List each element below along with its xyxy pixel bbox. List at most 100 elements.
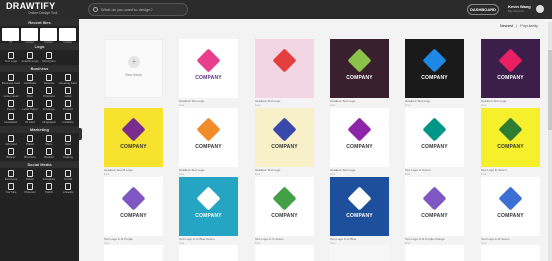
category-tile[interactable]: Text Logo	[2, 51, 20, 64]
template-card[interactable]: COMPANY Gradient Text Logo Free	[405, 39, 464, 107]
category-tile[interactable]: Catalog	[59, 147, 77, 160]
category-tile[interactable]: Flyer	[59, 134, 77, 147]
recent-file[interactable]: V5	[2, 28, 19, 44]
search-box[interactable]	[88, 3, 188, 16]
category-tile[interactable]: Brochure	[21, 147, 39, 160]
recent-file[interactable]: Untitled	[59, 28, 76, 44]
category-label: Postcard	[43, 94, 55, 98]
category-tile[interactable]: Report	[2, 99, 20, 112]
category-label: YouTube	[5, 190, 17, 194]
category-tile[interactable]: Letter Head	[2, 86, 20, 99]
template-card[interactable]	[481, 245, 540, 261]
template-card[interactable]: COMPANY Text Logo In R Purple Free	[104, 177, 163, 245]
category-tile[interactable]: Graphic Logo	[21, 51, 39, 64]
template-card[interactable]: COMPANY Gradient Text M Logo Free	[104, 108, 163, 176]
category-icon	[8, 148, 14, 155]
category-tile[interactable]: Envelope	[40, 99, 58, 112]
template-card[interactable]: COMPANY Text Logo In Green Free	[405, 108, 464, 176]
template-card[interactable]	[330, 245, 389, 261]
template-card[interactable]: COMPANY Text Logo In G Green Free	[255, 177, 314, 245]
template-card[interactable]: COMPANY Text Logo In Green Free	[481, 108, 540, 176]
category-icon	[65, 74, 71, 81]
category-label: Tumblr	[63, 177, 73, 181]
category-tile[interactable]: Postcard	[40, 86, 58, 99]
category-label: Product	[63, 107, 73, 111]
category-label: Letter Paper	[22, 107, 38, 111]
category-tile[interactable]: Pinterest	[21, 182, 39, 195]
logo-wordmark: COMPANY	[497, 144, 524, 150]
template-card[interactable]	[179, 245, 238, 261]
category-label: Menu	[45, 142, 53, 146]
sort-popularity[interactable]: Popularity	[520, 23, 538, 28]
category-tile[interactable]: Certificate	[21, 73, 39, 86]
category-icon	[8, 52, 14, 59]
brand-name: DRAWTIFY	[6, 1, 56, 11]
category-tile[interactable]: Newsletter	[2, 112, 20, 125]
category-tile[interactable]: Label	[59, 86, 77, 99]
template-card[interactable]: COMPANY Text Logo In R Purple Orange Free	[405, 177, 464, 245]
category-tile[interactable]: Monogram	[40, 51, 58, 64]
category-tile[interactable]: Booklet	[40, 147, 58, 160]
category-label: Certificate	[23, 81, 37, 85]
category-tile[interactable]: Invitation	[59, 112, 77, 125]
category-label: Booklet	[44, 155, 54, 159]
template-card[interactable]: COMPANY Text Logo In G Blue Free	[330, 177, 389, 245]
category-tile[interactable]: Business Card	[2, 73, 20, 86]
category-tile[interactable]: Letter Paper	[21, 99, 39, 112]
recent-file[interactable]: Untitled	[40, 28, 57, 44]
template-card[interactable]: COMPANY Gradient Text Logo Free	[179, 39, 238, 107]
category-tile[interactable]: Gift Card	[2, 134, 20, 147]
category-label: Envelope	[43, 107, 55, 111]
scrollbar[interactable]	[548, 22, 552, 261]
category-tile[interactable]: Instagram	[40, 169, 58, 182]
category-label: Text Logo	[4, 59, 18, 63]
category-tile[interactable]: LinkedIn	[59, 182, 77, 195]
template-card[interactable]: COMPANY Text Logo In G Blue Green Free	[179, 177, 238, 245]
template-card[interactable]: COMPANY Gradient Text Logo Free	[179, 108, 238, 176]
template-card[interactable]: COMPANY Gradient Text Logo Free	[481, 39, 540, 107]
template-card[interactable]: COMPANY Gradient Text Logo Free	[330, 39, 389, 107]
template-card[interactable]: Gradient Text Logo Free	[255, 39, 314, 107]
category-tile[interactable]: Facebook	[2, 169, 20, 182]
category-icon	[65, 113, 71, 120]
category-tile[interactable]: YouTube	[2, 182, 20, 195]
new-blank-label: New blank	[125, 73, 142, 77]
category-tile[interactable]: Infographic	[40, 112, 58, 125]
template-thumbnail	[255, 245, 314, 261]
category-tile[interactable]: Menu	[40, 134, 58, 147]
category-tile[interactable]: ID Card	[21, 112, 39, 125]
category-tile[interactable]: Resume	[40, 73, 58, 86]
category-tile[interactable]: Greeting Card	[59, 73, 77, 86]
recent-file[interactable]: Untitled	[21, 28, 38, 44]
new-blank-card[interactable]: + New blank	[104, 39, 163, 98]
template-card[interactable]: COMPANY Gradient Text Logo Free	[330, 108, 389, 176]
avatar[interactable]	[536, 5, 544, 13]
category-tile[interactable]: Poster	[21, 134, 39, 147]
category-tile[interactable]: Twitter	[21, 169, 39, 182]
template-card[interactable]	[255, 245, 314, 261]
category-label: Graphic Logo	[21, 59, 39, 63]
dashboard-button[interactable]: DASHBOARD	[467, 4, 499, 15]
category-label: Pinterest	[24, 190, 36, 194]
template-thumbnail	[179, 245, 238, 261]
template-card[interactable]	[405, 245, 464, 261]
category-tile[interactable]: Flyer	[21, 86, 39, 99]
sort-newest[interactable]: Newest	[500, 23, 513, 28]
template-price: Free	[481, 103, 487, 107]
template-thumbnail: COMPANY	[481, 108, 540, 167]
category-tile[interactable]: Tumblr	[59, 169, 77, 182]
user-menu[interactable]: Kevin Wang My Account	[508, 4, 538, 13]
template-card[interactable]: COMPANY Gradient Text Logo Free	[255, 108, 314, 176]
logo-emblem	[422, 48, 447, 73]
category-tile[interactable]: Banner	[2, 147, 20, 160]
search-input[interactable]	[101, 7, 186, 12]
category-icon	[46, 113, 52, 120]
category-tile[interactable]: Twitch	[40, 182, 58, 195]
scrollbar-thumb[interactable]	[548, 50, 552, 130]
business-heading: Business	[0, 65, 79, 72]
template-card[interactable]	[104, 245, 163, 261]
category-tile[interactable]: Product	[59, 99, 77, 112]
brand-logo[interactable]: DRAWTIFY Online Design Tool	[6, 2, 86, 16]
template-price: Free	[255, 172, 261, 176]
template-card[interactable]: COMPANY Text Logo In R Green Free	[481, 177, 540, 245]
